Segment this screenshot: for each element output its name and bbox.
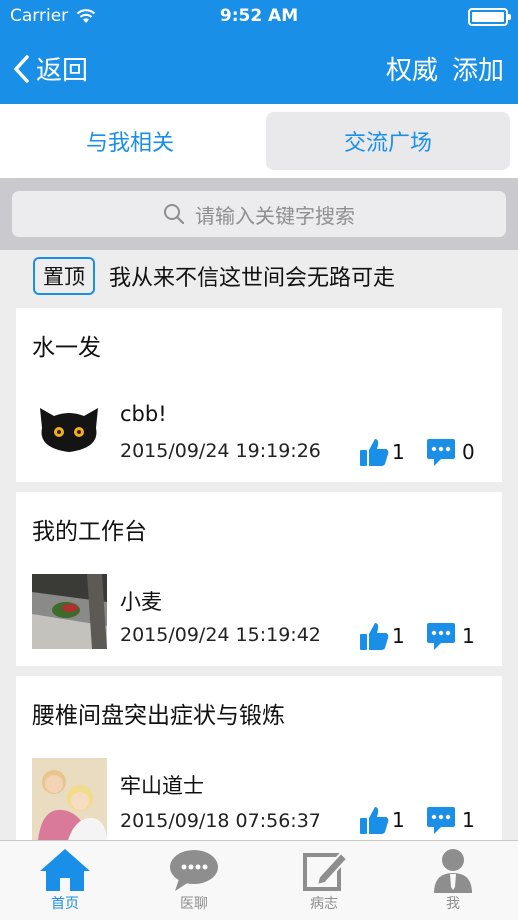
- like-count: 1: [392, 440, 405, 464]
- avatar: [32, 390, 107, 465]
- post-date: 2015/09/18 07:56:37: [120, 810, 321, 832]
- like-button[interactable]: 1: [358, 804, 405, 836]
- chevron-left-icon: [14, 54, 29, 83]
- like-count: 1: [392, 808, 405, 832]
- home-icon: [40, 849, 90, 891]
- back-label: 返回: [36, 56, 89, 86]
- status-bar: Carrier 9:52 AM: [0, 0, 518, 34]
- pinned-title: 我从来不信这世间会无路可走: [109, 266, 396, 291]
- person-icon: [434, 849, 472, 893]
- tab-exchange-square[interactable]: 交流广场: [266, 112, 510, 170]
- search-placeholder: 请输入关键字搜索: [195, 203, 355, 228]
- tab-home[interactable]: 首页: [0, 847, 130, 913]
- post-author: 小麦: [120, 590, 162, 614]
- thumbs-up-icon: [360, 439, 389, 466]
- back-button[interactable]: 返回: [12, 50, 88, 87]
- edit-note-icon: [303, 851, 349, 891]
- post-date: 2015/09/24 15:19:42: [120, 624, 321, 646]
- search-icon: [164, 204, 185, 225]
- chat-bubble-icon: [170, 850, 218, 891]
- like-button[interactable]: 1: [358, 436, 405, 468]
- comment-icon: [427, 623, 455, 650]
- like-button[interactable]: 1: [358, 620, 405, 652]
- comment-button[interactable]: 0: [426, 436, 475, 468]
- tab-record-label: 病志: [310, 896, 338, 912]
- post-card[interactable]: 水一发 cbb! 2015/09/24 19:19:26 1 0: [16, 308, 502, 482]
- post-card[interactable]: 我的工作台 小麦 2015/09/24 15:19:42 1 1: [16, 492, 502, 666]
- post-title: 我的工作台: [32, 519, 147, 545]
- comment-count: 1: [462, 624, 475, 648]
- post-card[interactable]: 腰椎间盘突出症状与锻炼 牢山道士 2015/09/18 07:56:37 1 1: [16, 676, 502, 840]
- pinned-post[interactable]: 置顶 我从来不信这世间会无路可走: [0, 250, 518, 302]
- comment-icon: [427, 807, 455, 834]
- comment-count: 1: [462, 808, 475, 832]
- authority-button[interactable]: 权威: [386, 50, 438, 87]
- comment-button[interactable]: 1: [426, 620, 475, 652]
- post-title: 水一发: [32, 335, 101, 361]
- search-bar: 请输入关键字搜索: [0, 178, 518, 250]
- search-input[interactable]: 请输入关键字搜索: [12, 191, 506, 237]
- avatar: [32, 574, 107, 649]
- post-author: cbb!: [120, 402, 167, 426]
- tab-me[interactable]: 我: [388, 847, 518, 913]
- comment-button[interactable]: 1: [426, 804, 475, 836]
- comment-count: 0: [462, 440, 475, 464]
- pinned-badge: 置顶: [33, 257, 95, 295]
- segmented-control: 与我相关 交流广场: [0, 104, 518, 178]
- post-title: 腰椎间盘突出症状与锻炼: [32, 703, 285, 729]
- avatar: [32, 758, 107, 840]
- tab-bar: 首页 医聊 病志 我: [0, 840, 518, 920]
- like-count: 1: [392, 624, 405, 648]
- thumbs-up-icon: [360, 807, 389, 834]
- comment-icon: [427, 439, 455, 466]
- tab-me-label: 我: [446, 896, 460, 912]
- tab-record[interactable]: 病志: [259, 847, 389, 913]
- navigation-bar: 返回 权威 添加: [0, 34, 518, 104]
- clock: 9:52 AM: [219, 6, 299, 26]
- post-date: 2015/09/24 19:19:26: [120, 440, 321, 462]
- thumbs-up-icon: [360, 623, 389, 650]
- post-author: 牢山道士: [120, 774, 204, 798]
- tab-chat-label: 医聊: [180, 896, 208, 912]
- battery-icon: [468, 8, 511, 26]
- tab-chat[interactable]: 医聊: [129, 847, 259, 913]
- tab-home-label: 首页: [51, 896, 79, 912]
- add-button[interactable]: 添加: [452, 50, 504, 87]
- tab-related-to-me[interactable]: 与我相关: [8, 112, 252, 170]
